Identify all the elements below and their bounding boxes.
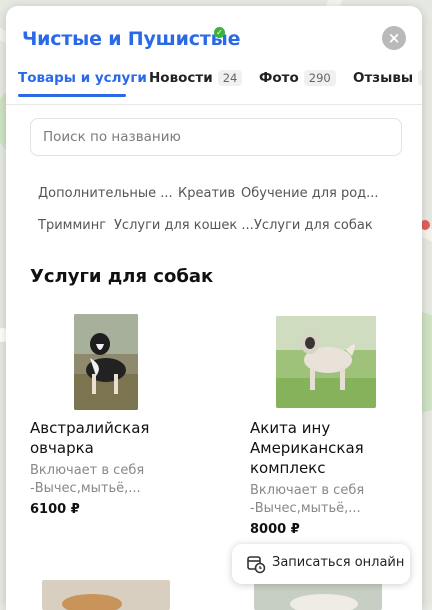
tab-products-services[interactable]: Товары и услуги: [18, 70, 147, 86]
product-image-akita[interactable]: [276, 316, 376, 408]
panel-header: Чистые и Пушистые ✓ × Товары и услуги Но…: [6, 6, 422, 106]
organization-title[interactable]: Чистые и Пушистые: [22, 28, 240, 50]
header-divider: [6, 104, 422, 105]
tab-label: Фото: [259, 70, 299, 86]
search-input[interactable]: [30, 118, 402, 156]
product-name-line: Акита ину: [250, 419, 331, 437]
product-price: 8000 ₽: [250, 522, 300, 537]
tab-label: Товары и услуги: [18, 70, 147, 86]
category-chip[interactable]: Услуги для кошек ...: [114, 218, 254, 233]
category-chip[interactable]: Креатив: [178, 186, 235, 201]
tab-count-badge: 24: [217, 70, 243, 86]
product-desc-line: Включает в себя: [30, 463, 145, 478]
tab-photos[interactable]: Фото 290: [259, 70, 336, 86]
tab-count-badge: 290: [303, 70, 336, 86]
calendar-clock-icon: [247, 556, 266, 574]
product-name[interactable]: Австралийская овчарка: [30, 418, 149, 458]
product-desc-line: -Вычес,мытьё,...: [250, 501, 361, 516]
tab-label: Новости: [149, 70, 213, 86]
product-name-line: Американская: [250, 439, 364, 457]
close-icon[interactable]: ×: [382, 26, 406, 50]
section-title: Услуги для собак: [30, 266, 214, 287]
book-online-button[interactable]: Записаться онлайн: [232, 544, 410, 584]
product-price: 6100 ₽: [30, 502, 80, 517]
product-name-line: Австралийская: [30, 419, 150, 437]
tab-label: Отзывы: [353, 70, 414, 86]
verified-check-icon: ✓: [214, 27, 225, 38]
category-chip[interactable]: Дополнительные ...: [38, 186, 173, 201]
product-description: Включает в себя -Вычес,мытьё,...: [30, 462, 144, 498]
product-desc-line: -Вычес,мытьё,...: [30, 481, 141, 496]
product-name-line: комплекс: [250, 459, 326, 477]
book-online-label: Записаться онлайн: [272, 555, 405, 570]
category-chip[interactable]: Обучение для род...: [241, 186, 379, 201]
product-name[interactable]: Акита ину Американская комплекс: [250, 418, 364, 478]
product-desc-line: Включает в себя: [250, 483, 365, 498]
product-image[interactable]: [42, 580, 170, 610]
product-name-line: овчарка: [30, 439, 94, 457]
tab-news[interactable]: Новости 24: [149, 70, 243, 86]
tab-reviews[interactable]: Отзывы18: [353, 70, 422, 86]
tab-count-badge: 18: [418, 70, 422, 86]
product-image-australian-shepherd[interactable]: [74, 314, 138, 410]
category-chip[interactable]: Услуги для собак: [254, 218, 373, 233]
product-description: Включает в себя -Вычес,мытьё,...: [250, 482, 364, 518]
organization-panel: Чистые и Пушистые ✓ × Товары и услуги Но…: [6, 6, 422, 610]
product-image[interactable]: [254, 580, 382, 610]
category-chip[interactable]: Тримминг: [38, 218, 106, 233]
tab-bar: Товары и услуги Новости 24 Фото 290 Отзывы…: [6, 66, 422, 106]
active-tab-indicator: [18, 94, 126, 97]
